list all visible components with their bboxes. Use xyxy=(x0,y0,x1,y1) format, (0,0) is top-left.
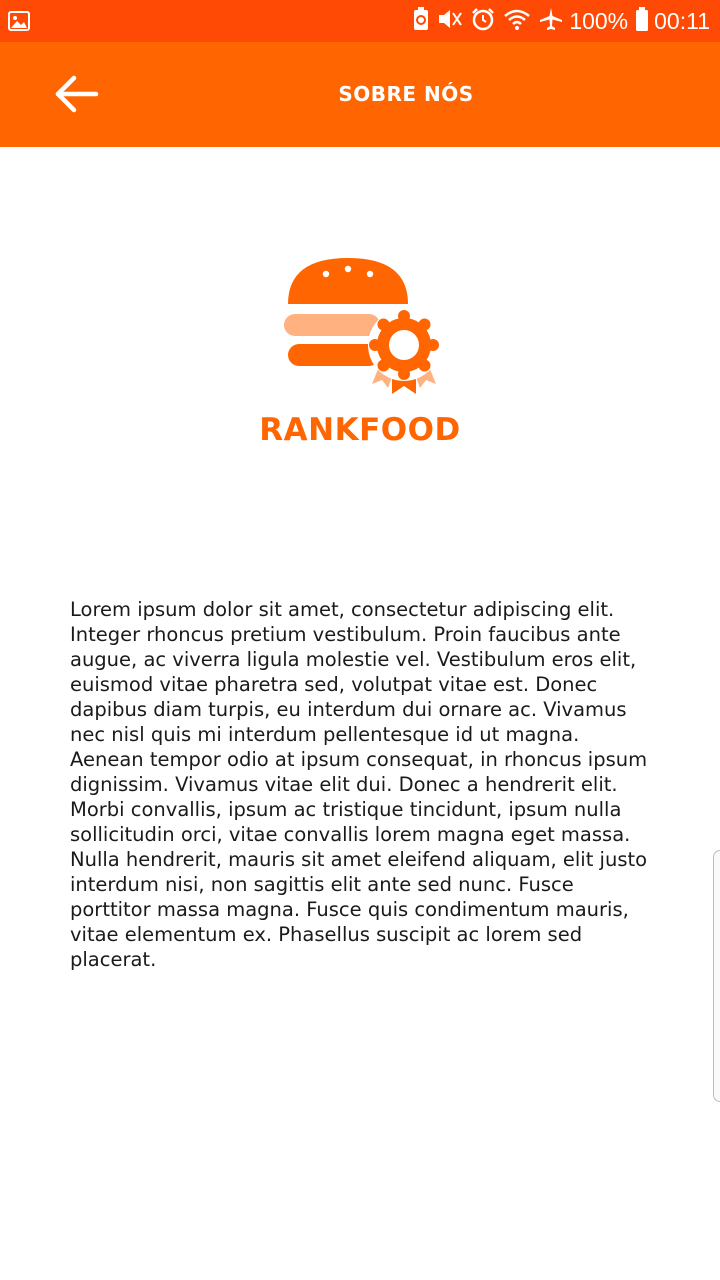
status-bar: 100% 00:11 xyxy=(0,0,720,42)
battery-saver-icon xyxy=(413,7,429,35)
back-button[interactable] xyxy=(40,62,112,126)
arrow-left-icon xyxy=(55,75,99,113)
status-icons: 100% 00:11 xyxy=(405,0,710,42)
clock: 00:11 xyxy=(654,7,710,34)
wifi-icon xyxy=(503,7,531,35)
alarm-icon xyxy=(471,7,495,35)
airplane-icon xyxy=(539,7,563,35)
burger-badge-icon xyxy=(280,252,440,402)
app-bar: SOBRE NÓS xyxy=(0,42,720,147)
edge-panel-handle[interactable] xyxy=(713,850,720,1102)
about-text: Lorem ipsum dolor sit amet, consectetur … xyxy=(70,598,648,971)
brand-name: RANKFOOD xyxy=(259,412,461,448)
mute-icon xyxy=(437,7,463,35)
battery-percent: 100% xyxy=(569,7,629,34)
gallery-icon xyxy=(8,11,30,35)
battery-icon xyxy=(636,7,649,35)
